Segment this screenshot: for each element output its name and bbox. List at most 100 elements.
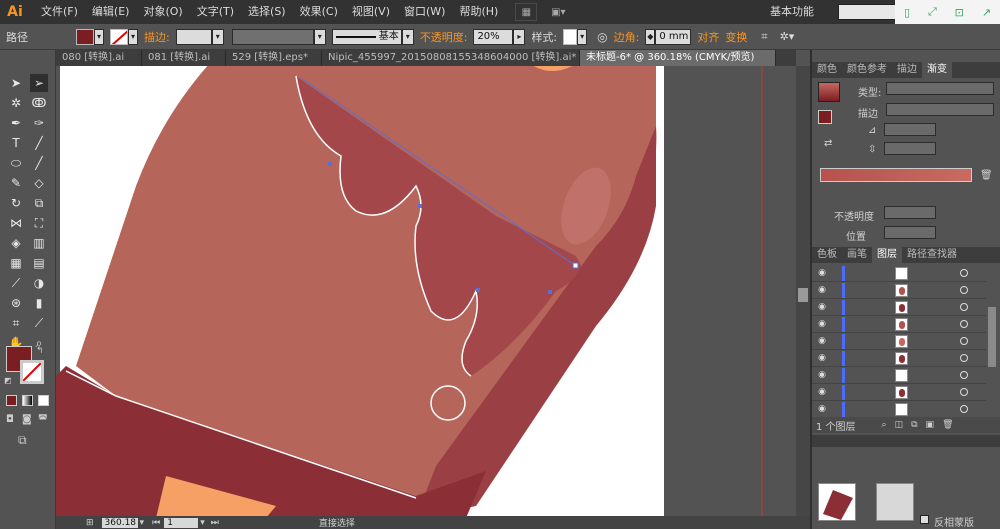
- layer-row[interactable]: ◉: [812, 401, 986, 418]
- target-circle-icon[interactable]: [960, 388, 968, 396]
- target-circle-icon[interactable]: [960, 286, 968, 294]
- stroke-dropdown[interactable]: ▾: [128, 28, 138, 45]
- brush-definition-dropdown[interactable]: 基本: [331, 28, 402, 45]
- layer-row[interactable]: ◉: [812, 282, 986, 299]
- graphic-style-dropdown[interactable]: ▾: [577, 28, 588, 45]
- drip-bubble[interactable]: [430, 385, 466, 421]
- visibility-eye-icon[interactable]: ◉: [812, 319, 832, 329]
- perspective-grid-tool-icon[interactable]: ▥: [30, 234, 48, 252]
- fill-swatch[interactable]: [76, 28, 94, 45]
- next-page-icon[interactable]: ⏭: [211, 518, 219, 528]
- draw-inside-icon[interactable]: ◚: [38, 414, 48, 425]
- corner-stepper[interactable]: ◆: [645, 28, 656, 45]
- tab-gradient[interactable]: 渐变: [922, 62, 952, 78]
- share-icon[interactable]: ↗: [982, 6, 991, 19]
- visibility-eye-icon[interactable]: ◉: [812, 336, 832, 346]
- search-input[interactable]: [838, 4, 896, 20]
- direct-selection-tool-icon[interactable]: ➢: [30, 74, 48, 92]
- layer-row[interactable]: ◉: [812, 350, 986, 367]
- menu-object[interactable]: 对象(O): [136, 0, 189, 24]
- anchor-point[interactable]: [476, 288, 480, 292]
- stroke-weight-dropdown[interactable]: ▾: [211, 28, 224, 45]
- curvature-tool-icon[interactable]: ✑: [30, 114, 48, 132]
- target-circle-icon[interactable]: [960, 354, 968, 362]
- delete-stop-icon[interactable]: 🗑: [980, 170, 993, 181]
- width-tool-icon[interactable]: ⋈: [7, 214, 25, 232]
- tab-brushes[interactable]: 画笔: [842, 247, 872, 263]
- pencil-tool-icon[interactable]: ✎: [7, 174, 25, 192]
- isolate-icon[interactable]: ⌗: [761, 30, 767, 44]
- invert-mask-checkbox[interactable]: [920, 515, 929, 524]
- stop-position-input[interactable]: [884, 226, 936, 239]
- tab-doc-active[interactable]: 未标题-6* @ 360.18% (CMYK/预览): [580, 50, 776, 66]
- type-tool-icon[interactable]: T: [7, 134, 25, 152]
- layer-row[interactable]: ◉: [812, 333, 986, 350]
- gradient-type-dropdown[interactable]: [886, 82, 994, 95]
- menu-select[interactable]: 选择(S): [241, 0, 293, 24]
- rotate-tool-icon[interactable]: ↻: [7, 194, 25, 212]
- bridge-icon[interactable]: ▦: [515, 3, 538, 21]
- swap-colors-icon[interactable]: ↰: [36, 346, 44, 356]
- tab-color[interactable]: 颜色: [812, 62, 842, 78]
- screen-mode-icon[interactable]: ⧉: [18, 433, 27, 448]
- anchor-point[interactable]: [418, 204, 422, 208]
- blend-tool-icon[interactable]: ◑: [30, 274, 48, 292]
- stop-opacity-input[interactable]: [884, 206, 936, 219]
- expand-icon[interactable]: ⤢: [928, 5, 937, 19]
- target-circle-icon[interactable]: [960, 405, 968, 413]
- visibility-eye-icon[interactable]: ◉: [812, 387, 832, 397]
- corner-radius-input[interactable]: 0 mm: [655, 28, 692, 45]
- layers-scrollbar[interactable]: [988, 307, 996, 367]
- menu-view[interactable]: 视图(V): [345, 0, 397, 24]
- variable-width-arrow[interactable]: ▾: [313, 28, 326, 45]
- stroke-color-box[interactable]: [20, 360, 44, 384]
- clipping-mask-icon[interactable]: ◫: [895, 420, 904, 430]
- mask-thumbnail[interactable]: [876, 483, 914, 521]
- eyedropper-tool-icon[interactable]: ⟋: [7, 274, 25, 292]
- free-transform-tool-icon[interactable]: ⛶: [30, 214, 48, 232]
- shape-builder-tool-icon[interactable]: ◈: [7, 234, 25, 252]
- mesh-tool-icon[interactable]: ▦: [7, 254, 25, 272]
- fill-dropdown[interactable]: ▾: [94, 28, 104, 45]
- workspace-switcher[interactable]: 基本功能: [770, 3, 814, 19]
- draw-behind-icon[interactable]: ◙: [22, 414, 32, 425]
- opacity-input[interactable]: 20%: [473, 28, 514, 45]
- menu-effect[interactable]: 效果(C): [293, 0, 345, 24]
- visibility-eye-icon[interactable]: ◉: [812, 302, 832, 312]
- menu-type[interactable]: 文字(T): [190, 0, 241, 24]
- target-circle-icon[interactable]: [960, 337, 968, 345]
- menu-edit[interactable]: 编辑(E): [85, 0, 137, 24]
- zoom-input[interactable]: 360.18: [101, 517, 138, 528]
- visibility-eye-icon[interactable]: ◉: [812, 404, 832, 414]
- opacity-dropdown[interactable]: ▸: [513, 28, 526, 45]
- stroke-swatch[interactable]: [110, 28, 128, 45]
- align-link[interactable]: 对齐: [691, 29, 725, 45]
- fit-icon[interactable]: ⊡: [955, 6, 964, 19]
- draw-normal-icon[interactable]: ◘: [6, 414, 14, 425]
- tab-doc-2[interactable]: 081 [转换].ai: [142, 50, 226, 66]
- gradient-mode-icon[interactable]: [22, 395, 33, 406]
- menu-window[interactable]: 窗口(W): [397, 0, 452, 24]
- target-circle-icon[interactable]: [960, 269, 968, 277]
- ellipse-tool-icon[interactable]: ⬭: [7, 154, 25, 172]
- delete-layer-icon[interactable]: 🗑: [942, 420, 953, 430]
- none-mode-icon[interactable]: [38, 395, 49, 406]
- reverse-gradient-icon[interactable]: ⇄: [824, 138, 832, 149]
- canvas-area[interactable]: [56, 66, 796, 518]
- layer-row[interactable]: ◉: [812, 265, 986, 282]
- target-circle-icon[interactable]: [960, 371, 968, 379]
- aspect-ratio-input[interactable]: [884, 142, 936, 155]
- new-layer-icon[interactable]: ▣: [926, 420, 935, 430]
- transform-link[interactable]: 变换: [725, 29, 753, 45]
- menu-help[interactable]: 帮助(H): [452, 0, 505, 24]
- artboard-nav-icon[interactable]: ⊞: [86, 518, 94, 528]
- layer-row[interactable]: ◉: [812, 367, 986, 384]
- artboard-tool-icon[interactable]: ⌗: [7, 314, 25, 332]
- stroke-weight-input[interactable]: [175, 28, 212, 45]
- phone-icon[interactable]: ▯: [904, 6, 910, 19]
- arrange-documents-icon[interactable]: ▣▾: [547, 3, 569, 21]
- paintbrush-tool-icon[interactable]: ╱: [30, 154, 48, 172]
- new-sublayer-icon[interactable]: ⧉: [911, 420, 917, 430]
- fill-mini-swatch[interactable]: [818, 110, 832, 124]
- tab-pathfinder[interactable]: 路径查找器: [902, 247, 962, 263]
